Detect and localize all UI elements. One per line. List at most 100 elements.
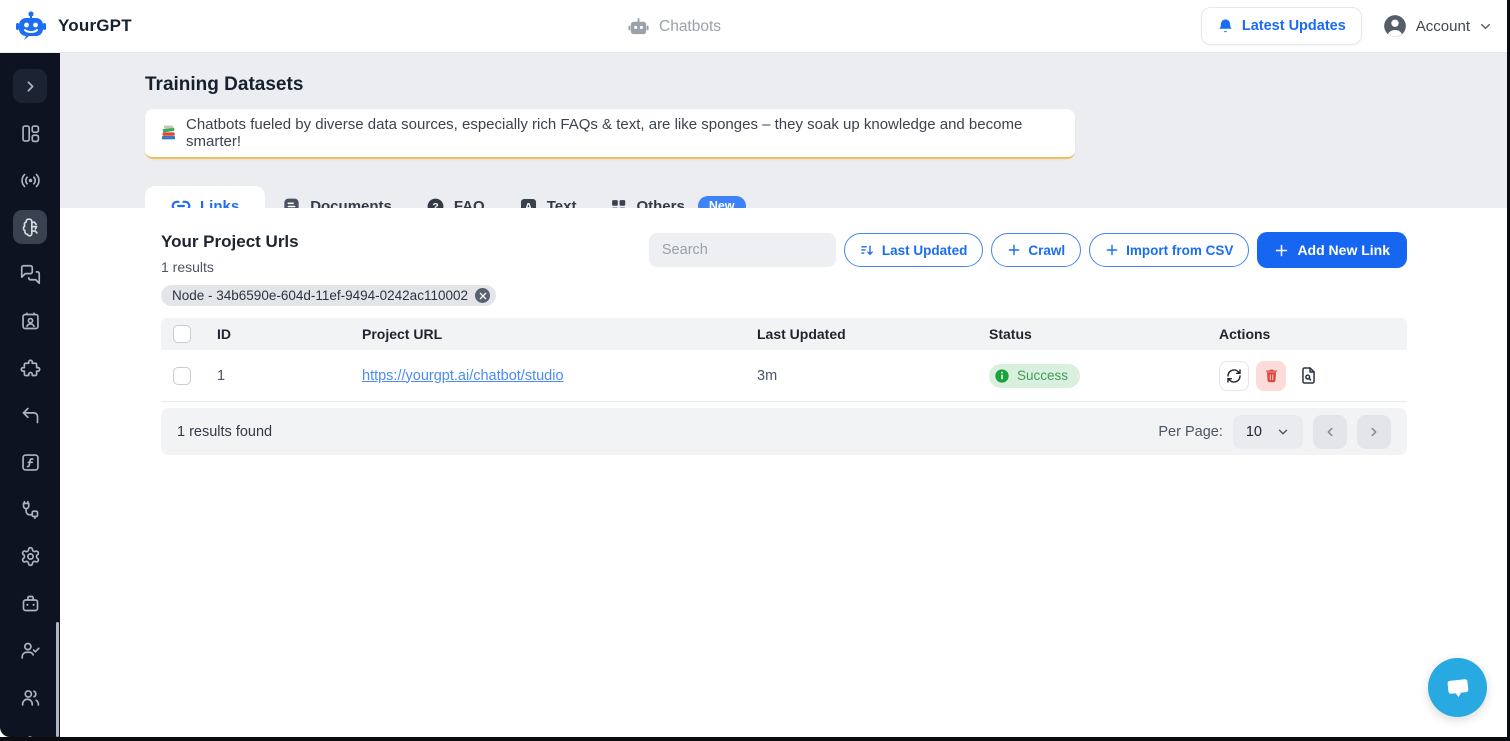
chat-bubble-icon <box>1444 674 1472 702</box>
broadcast-icon <box>20 170 41 191</box>
sidebar-expand-button[interactable] <box>13 69 47 103</box>
search-input[interactable] <box>649 233 836 267</box>
callout-text: Chatbots fueled by diverse data sources,… <box>186 116 1060 150</box>
row-actions <box>1219 361 1407 391</box>
info-callout: Chatbots fueled by diverse data sources,… <box>145 109 1075 159</box>
chevron-left-icon <box>1323 425 1337 439</box>
nav-chatbots[interactable]: Chatbots <box>627 0 721 53</box>
chat-widget-button[interactable] <box>1428 658 1487 717</box>
row-id: 1 <box>217 368 362 384</box>
node-filter-tag: Node - 34b6590e-604d-11ef-9494-0242ac110… <box>161 285 496 306</box>
account-label: Account <box>1416 18 1470 35</box>
add-label: Add New Link <box>1297 242 1390 258</box>
links-table: ID Project URL Last Updated Status Actio… <box>161 318 1407 402</box>
trash-icon <box>1264 368 1279 383</box>
account-menu[interactable]: Account <box>1382 13 1493 39</box>
refresh-icon <box>1226 368 1242 384</box>
plug-icon <box>20 499 41 520</box>
latest-updates-button[interactable]: Latest Updates <box>1201 7 1362 45</box>
sidebar-item-leads[interactable] <box>13 633 47 667</box>
sidebar-item-training[interactable] <box>13 210 47 244</box>
import-label: Import from CSV <box>1126 243 1233 258</box>
column-status: Status <box>989 326 1219 342</box>
chevron-right-icon <box>22 78 39 95</box>
crawl-button[interactable]: Crawl <box>991 233 1081 267</box>
plus-icon <box>1007 243 1021 257</box>
per-page-value: 10 <box>1246 424 1262 440</box>
crawl-label: Crawl <box>1028 243 1065 258</box>
sidebar-item-history[interactable] <box>13 398 47 432</box>
chevron-right-icon <box>1367 425 1381 439</box>
sidebar-item-connectors[interactable] <box>13 492 47 526</box>
function-square-icon <box>20 452 41 473</box>
main-content: Training Datasets Chatbots fueled by div… <box>60 53 1507 737</box>
remove-filter-button[interactable] <box>475 288 490 303</box>
page-title: Training Datasets <box>145 74 1507 96</box>
brand-name: YourGPT <box>58 16 132 36</box>
sidebar-item-broadcast[interactable] <box>13 163 47 197</box>
brand[interactable]: YourGPT <box>14 9 132 43</box>
table-header-row: ID Project URL Last Updated Status Actio… <box>161 318 1407 350</box>
sort-icon <box>860 243 875 258</box>
puzzle-icon <box>20 358 41 379</box>
dashboard-icon <box>20 123 41 144</box>
sidebar-item-integrations[interactable] <box>13 351 47 385</box>
table-row: 1 https://yourgpt.ai/chatbot/studio 3m S… <box>161 350 1407 402</box>
section-title: Your Project Urls <box>161 232 496 252</box>
app-window: YourGPT Chatbots Latest Updates <box>0 0 1507 737</box>
prev-page-button[interactable] <box>1313 415 1347 449</box>
view-content-button[interactable] <box>1293 361 1323 391</box>
partial-icon <box>20 733 41 737</box>
toolbar-left: Your Project Urls 1 results Node - 34b65… <box>161 232 496 306</box>
sidebar-item-chatbot[interactable] <box>13 586 47 620</box>
column-project-url: Project URL <box>362 326 757 342</box>
top-header: YourGPT Chatbots Latest Updates <box>0 0 1507 53</box>
yourgpt-robot-logo-icon <box>14 9 48 43</box>
row-last-updated: 3m <box>757 368 989 384</box>
per-page-label: Per Page: <box>1158 424 1223 440</box>
users-icon <box>20 687 41 708</box>
toolbar-controls: Last Updated Crawl Import from CSV Add N… <box>649 232 1407 268</box>
bell-icon <box>1217 18 1234 35</box>
column-id: ID <box>217 326 362 342</box>
contact-card-icon <box>20 311 41 332</box>
account-avatar-icon <box>1382 13 1408 39</box>
select-all-checkbox[interactable] <box>173 325 191 343</box>
info-circle-icon <box>994 368 1010 384</box>
sidebar-scrollbar[interactable] <box>56 622 59 737</box>
sidebar-item-dashboard[interactable] <box>13 116 47 150</box>
status-label: Success <box>1017 368 1068 383</box>
close-icon <box>479 292 487 300</box>
books-emoji-icon <box>160 124 178 142</box>
per-page-select[interactable]: 10 <box>1233 415 1303 449</box>
next-page-button[interactable] <box>1357 415 1391 449</box>
import-from-csv-button[interactable]: Import from CSV <box>1089 233 1249 267</box>
project-url-link[interactable]: https://yourgpt.ai/chatbot/studio <box>362 368 564 384</box>
sidebar-item-settings[interactable] <box>13 539 47 573</box>
chevron-down-icon <box>1478 19 1493 34</box>
sidebar-item-team[interactable] <box>13 680 47 714</box>
results-count: 1 results <box>161 259 496 275</box>
undo-icon <box>20 405 41 426</box>
add-new-link-button[interactable]: Add New Link <box>1257 232 1407 268</box>
row-checkbox[interactable] <box>173 367 191 385</box>
plus-icon <box>1105 243 1119 257</box>
chat-bubbles-icon <box>20 264 41 285</box>
node-filter-label: Node - 34b6590e-604d-11ef-9494-0242ac110… <box>172 288 468 303</box>
delete-button[interactable] <box>1256 361 1286 391</box>
sidebar-item-functions[interactable] <box>13 445 47 479</box>
refresh-button[interactable] <box>1219 361 1249 391</box>
plus-icon <box>1274 243 1289 258</box>
gear-icon <box>20 546 41 567</box>
sidebar-item-partial[interactable] <box>20 733 41 737</box>
table-footer: 1 results found Per Page: 10 <box>161 408 1407 455</box>
sidebar-item-chats[interactable] <box>13 257 47 291</box>
status-badge: Success <box>989 364 1080 388</box>
column-actions: Actions <box>1219 326 1407 342</box>
sort-last-updated-button[interactable]: Last Updated <box>844 233 984 267</box>
chevron-down-icon <box>1276 425 1290 439</box>
results-found-text: 1 results found <box>177 424 272 440</box>
header-right: Latest Updates Account <box>1201 7 1493 45</box>
sidebar-item-contacts[interactable] <box>13 304 47 338</box>
panel-toolbar: Your Project Urls 1 results Node - 34b65… <box>161 232 1407 306</box>
